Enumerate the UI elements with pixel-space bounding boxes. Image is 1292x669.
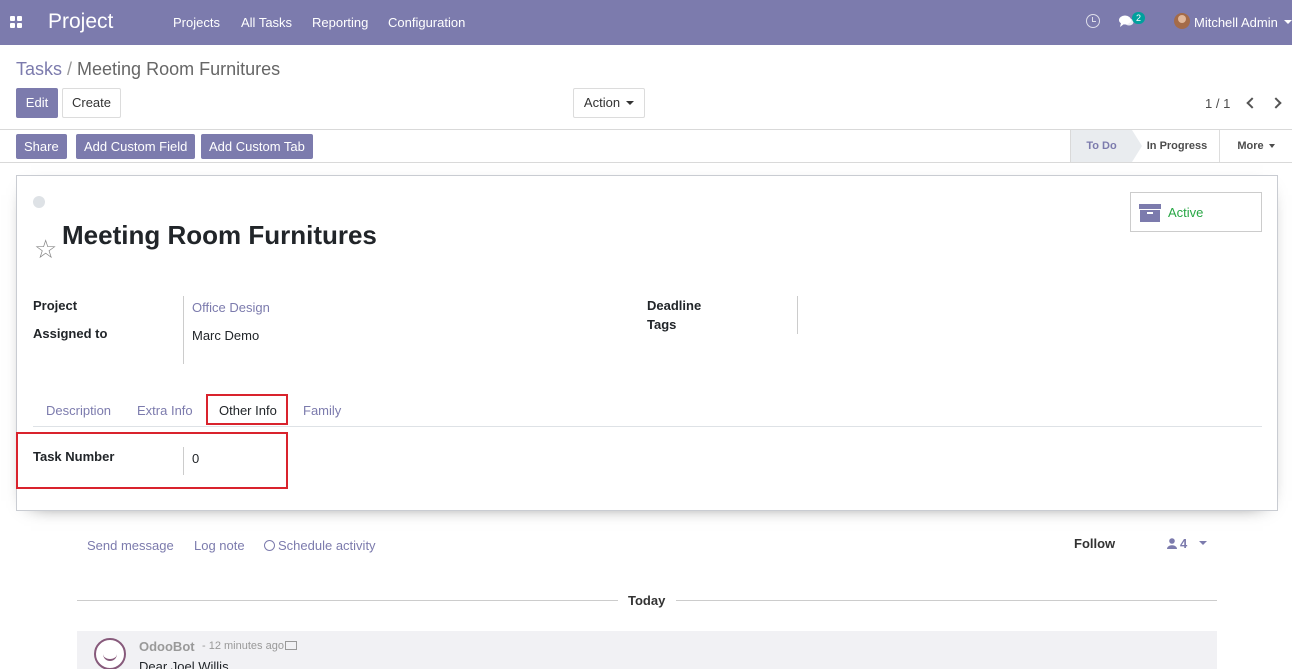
- breadcrumb-current: Meeting Room Furnitures: [77, 59, 281, 79]
- message-time: - 12 minutes ago: [202, 640, 284, 652]
- app-brand[interactable]: Project: [48, 10, 113, 34]
- tab-family[interactable]: Family: [303, 403, 341, 418]
- add-custom-tab-button[interactable]: Add Custom Tab: [201, 134, 313, 159]
- priority-star-icon[interactable]: ☆: [34, 236, 57, 262]
- menu-configuration[interactable]: Configuration: [388, 15, 465, 30]
- archive-icon: [1139, 204, 1161, 222]
- share-button[interactable]: Share: [16, 134, 67, 159]
- edit-button[interactable]: Edit: [16, 88, 58, 118]
- menu-projects[interactable]: Projects: [173, 15, 220, 30]
- assigned-to-label: Assigned to: [33, 326, 108, 341]
- user-avatar[interactable]: [1174, 13, 1190, 29]
- field-divider: [183, 296, 184, 364]
- field-divider: [797, 296, 798, 334]
- envelope-icon: [285, 641, 297, 650]
- breadcrumb: Tasks / Meeting Room Furnitures: [16, 59, 280, 80]
- apps-menu-icon[interactable]: [10, 16, 23, 29]
- schedule-activity-button[interactable]: Schedule activity: [264, 538, 376, 553]
- stage-in-progress[interactable]: In Progress: [1135, 130, 1219, 162]
- stage-to-do[interactable]: To Do: [1070, 130, 1142, 162]
- followers-count: 4: [1180, 536, 1188, 551]
- clock-icon: [264, 540, 275, 551]
- user-menu-caret-icon[interactable]: [1284, 20, 1292, 24]
- stage-more-label: More: [1237, 140, 1264, 152]
- add-custom-field-button[interactable]: Add Custom Field: [76, 134, 196, 159]
- message-author[interactable]: OdooBot: [139, 639, 195, 654]
- user-icon: [1167, 538, 1177, 549]
- pager-previous-icon[interactable]: [1246, 97, 1258, 109]
- top-navbar: Project Projects All Tasks Reporting Con…: [0, 0, 1292, 45]
- tabs-underline: [33, 426, 1262, 427]
- create-button[interactable]: Create: [62, 88, 121, 118]
- action-label: Action: [583, 95, 621, 110]
- message-body: Dear Joel Willis,: [139, 659, 233, 669]
- statusbar: Share Add Custom Field Add Custom Tab To…: [0, 129, 1292, 163]
- active-toggle-button[interactable]: Active: [1130, 192, 1262, 232]
- follow-button[interactable]: Follow: [1074, 536, 1115, 551]
- kanban-state-icon[interactable]: [33, 196, 45, 208]
- project-label: Project: [33, 298, 78, 313]
- task-title: Meeting Room Furnitures: [62, 220, 377, 250]
- breadcrumb-separator: /: [67, 59, 73, 79]
- activity-clock-icon[interactable]: [1086, 14, 1100, 28]
- tab-extra-info[interactable]: Extra Info: [137, 403, 193, 418]
- stage-divider: [1219, 130, 1220, 162]
- deadline-label: Deadline: [647, 298, 702, 313]
- today-separator: Today: [628, 593, 666, 608]
- send-message-button[interactable]: Send message: [87, 538, 174, 553]
- assigned-to-field[interactable]: Marc Demo: [192, 328, 259, 343]
- tags-label: Tags: [647, 317, 677, 332]
- today-divider-left: [77, 600, 618, 601]
- highlight-other-info-tab: [206, 394, 288, 425]
- followers-button[interactable]: 4: [1167, 536, 1187, 551]
- breadcrumb-tasks[interactable]: Tasks: [16, 59, 62, 79]
- pager-next-icon[interactable]: [1270, 97, 1282, 109]
- pager-value[interactable]: 1 / 1: [1205, 96, 1230, 111]
- followers-dropdown-icon[interactable]: [1199, 541, 1207, 545]
- project-field[interactable]: Office Design: [192, 300, 270, 315]
- today-divider-right: [676, 600, 1217, 601]
- active-label: Active: [1168, 205, 1204, 220]
- log-note-button[interactable]: Log note: [194, 538, 245, 553]
- stage-more-dropdown[interactable]: More: [1226, 130, 1286, 162]
- tab-description[interactable]: Description: [46, 403, 111, 418]
- odoobot-avatar: [94, 638, 126, 669]
- messaging-count-badge: 2: [1132, 12, 1146, 24]
- action-dropdown[interactable]: Action: [573, 88, 645, 118]
- menu-all-tasks[interactable]: All Tasks: [241, 15, 292, 30]
- user-menu[interactable]: Mitchell Admin: [1194, 15, 1278, 30]
- chevron-down-icon: [1268, 144, 1275, 148]
- chevron-down-icon: [626, 101, 635, 105]
- menu-reporting[interactable]: Reporting: [312, 15, 368, 30]
- schedule-activity-label: Schedule activity: [278, 538, 376, 553]
- highlight-task-number: [16, 432, 288, 489]
